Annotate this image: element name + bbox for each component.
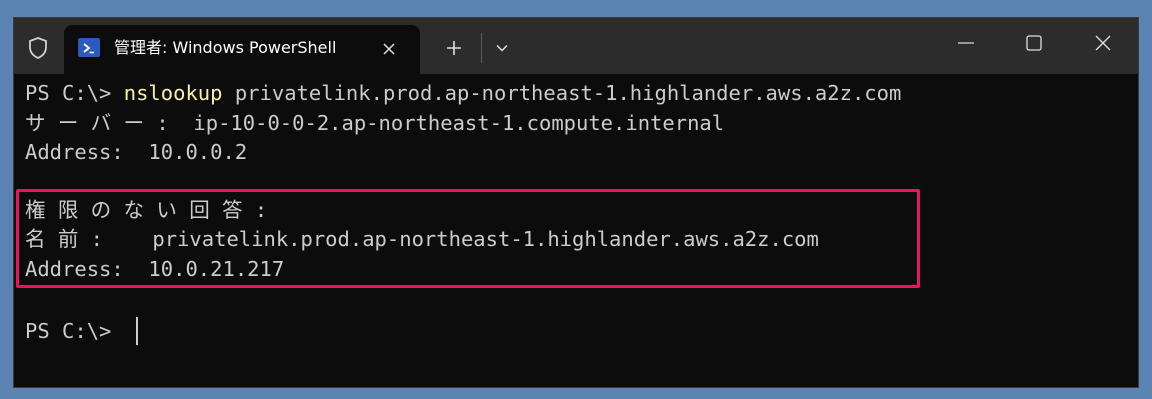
chevron-down-icon bbox=[496, 44, 508, 52]
close-window-button[interactable] bbox=[1080, 26, 1126, 60]
close-tab-button[interactable] bbox=[377, 37, 401, 61]
command-name: nslookup bbox=[123, 81, 223, 105]
tab-dropdown-button[interactable] bbox=[488, 35, 516, 61]
command-line: PS C:\> nslookup privatelink.prod.ap-nor… bbox=[25, 79, 901, 108]
terminal-output[interactable]: PS C:\> nslookup privatelink.prod.ap-nor… bbox=[14, 74, 1138, 387]
shield-icon bbox=[25, 35, 51, 61]
terminal-window: 管理者: Windows PowerShell PS C:\> nslookup… bbox=[13, 17, 1139, 388]
tab-title: 管理者: Windows PowerShell bbox=[114, 38, 337, 57]
minimize-button[interactable] bbox=[943, 26, 989, 60]
answer-address-line: Address: 10.0.21.217 bbox=[25, 257, 285, 281]
divider bbox=[481, 33, 482, 63]
server-address-line: Address: 10.0.0.2 bbox=[25, 140, 248, 164]
close-icon bbox=[383, 43, 395, 55]
server-line: サ ー バ ー : ip-10-0-0-2.ap-northeast-1.com… bbox=[25, 111, 725, 135]
command-args: privatelink.prod.ap-northeast-1.highland… bbox=[222, 81, 902, 105]
tab-powershell[interactable]: 管理者: Windows PowerShell bbox=[64, 25, 420, 74]
minimize-icon bbox=[958, 42, 974, 44]
text-cursor bbox=[136, 317, 138, 345]
name-line: 名 前 : privatelink.prod.ap-northeast-1.hi… bbox=[25, 227, 819, 251]
prompt: PS C:\> bbox=[25, 81, 124, 105]
prompt-line: PS C:\> bbox=[25, 319, 124, 343]
close-icon bbox=[1095, 35, 1111, 51]
plus-icon bbox=[447, 41, 461, 55]
maximize-button[interactable] bbox=[1011, 26, 1057, 60]
powershell-icon bbox=[78, 38, 100, 57]
maximize-icon bbox=[1026, 35, 1042, 51]
non-authoritative-answer-line: 権 限 の な い 回 答 : bbox=[25, 198, 268, 222]
title-bar[interactable]: 管理者: Windows PowerShell bbox=[14, 18, 1138, 74]
new-tab-button[interactable] bbox=[439, 35, 469, 61]
